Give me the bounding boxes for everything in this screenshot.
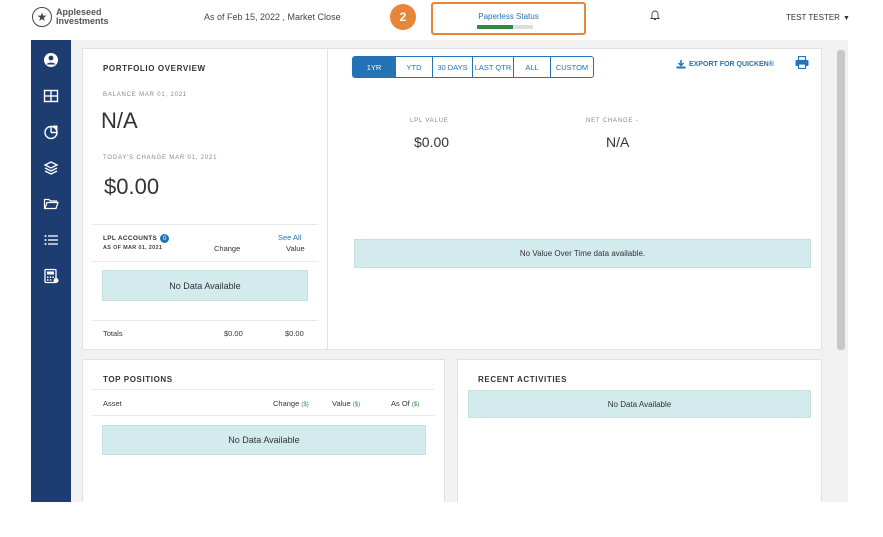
- column-change: Change: [273, 399, 300, 408]
- sidebar: [31, 40, 71, 502]
- paperless-progress-fill: [477, 25, 514, 29]
- logo-star-icon: ★: [32, 7, 52, 27]
- lpl-value: $0.00: [414, 134, 450, 150]
- portfolio-overview-card: [82, 48, 822, 350]
- todays-change-label: TODAY'S CHANGE MAR 01, 2021: [103, 155, 218, 161]
- column-value: Value: [286, 244, 305, 253]
- accounts-asof: AS OF MAR 01, 2021: [103, 245, 163, 251]
- column-value-header: Value ($): [332, 399, 360, 408]
- tab-1yr[interactable]: 1YR: [352, 56, 396, 78]
- export-label: EXPORT FOR QUICKEN®: [689, 61, 774, 68]
- balance-value: N/A: [101, 108, 138, 133]
- column-asof-header: As Of ($): [391, 399, 419, 408]
- divider: [92, 389, 435, 390]
- portfolio-overview-title: PORTFOLIO OVERVIEW: [103, 64, 206, 73]
- paperless-status-widget[interactable]: Paperless Status: [431, 2, 586, 35]
- divider: [92, 261, 318, 262]
- accounts-count-badge: 0: [160, 234, 170, 243]
- value-over-time-no-data: No Value Over Time data available.: [354, 239, 811, 268]
- caret-down-icon: ▼: [842, 15, 850, 22]
- see-all-link[interactable]: See All: [278, 233, 301, 242]
- layers-icon: [43, 161, 59, 175]
- unit-label: ($): [301, 402, 309, 408]
- positions-no-data: No Data Available: [102, 425, 426, 455]
- balance-label: BALANCE MAR 01, 2021: [103, 92, 188, 98]
- user-icon: [44, 53, 58, 67]
- download-icon: [676, 60, 686, 69]
- logo[interactable]: ★ Appleseed Investments: [32, 7, 109, 27]
- print-icon[interactable]: [795, 55, 809, 74]
- column-asof: As Of: [391, 399, 410, 408]
- page-bottom: [0, 502, 883, 537]
- sidebar-item-calculators[interactable]: [31, 258, 71, 294]
- divider: [92, 415, 435, 416]
- folder-icon: [43, 198, 59, 210]
- top-bar: ★ Appleseed Investments As of Feb 15, 20…: [0, 0, 883, 40]
- lpl-value-label: LPL VALUE: [410, 118, 449, 124]
- list-icon: [44, 235, 58, 245]
- dashboard-icon: [43, 89, 59, 103]
- sidebar-item-activity[interactable]: [31, 222, 71, 258]
- scrollbar-thumb[interactable]: [837, 50, 845, 350]
- net-change-value: N/A: [606, 134, 630, 150]
- vertical-scrollbar[interactable]: [835, 40, 848, 502]
- calculator-icon: [44, 268, 59, 284]
- net-change-label: NET CHANGE -: [586, 118, 639, 124]
- todays-change-value: $0.00: [104, 174, 160, 199]
- sidebar-item-profile[interactable]: [31, 42, 71, 78]
- divider: [92, 320, 318, 321]
- totals-label: Totals: [103, 329, 123, 338]
- tab-ytd[interactable]: YTD: [396, 56, 433, 78]
- sidebar-item-dashboard[interactable]: [31, 78, 71, 114]
- column-change-header: Change ($): [273, 399, 309, 408]
- bell-icon[interactable]: [650, 10, 660, 24]
- sidebar-item-holdings[interactable]: [31, 150, 71, 186]
- column-value: Value: [332, 399, 351, 408]
- overview-divider: [327, 49, 328, 349]
- column-change: Change: [214, 244, 241, 253]
- user-menu[interactable]: TEST TESTER ▼: [786, 13, 850, 22]
- tab-all[interactable]: ALL: [514, 56, 551, 78]
- totals-value: $0.00: [285, 329, 304, 338]
- tab-last-qtr[interactable]: LAST QTR: [473, 56, 514, 78]
- step-badge: 2: [390, 4, 416, 30]
- accounts-no-data: No Data Available: [102, 270, 308, 301]
- user-name: TEST TESTER: [786, 13, 840, 22]
- tab-30-days[interactable]: 30 DAYS: [433, 56, 473, 78]
- paperless-status-label[interactable]: Paperless Status: [433, 12, 584, 21]
- time-range-tabs: 1YR YTD 30 DAYS LAST QTR ALL CUSTOM: [352, 56, 594, 78]
- tab-custom[interactable]: CUSTOM: [551, 56, 594, 78]
- sidebar-item-documents[interactable]: [31, 186, 71, 222]
- sidebar-item-allocation[interactable]: [31, 114, 71, 150]
- export-quicken-button[interactable]: EXPORT FOR QUICKEN®: [676, 60, 774, 69]
- unit-label: ($): [411, 402, 420, 408]
- totals-change: $0.00: [224, 329, 243, 338]
- top-positions-title: TOP POSITIONS: [103, 375, 173, 384]
- pie-chart-icon: [44, 125, 58, 140]
- unit-label: ($): [352, 402, 361, 408]
- logo-line2: Investments: [56, 16, 109, 26]
- divider: [92, 224, 318, 225]
- column-asset: Asset: [103, 399, 122, 408]
- paperless-progress-bar: [477, 25, 533, 29]
- lpl-accounts-label: LPL ACCOUNTS: [103, 235, 158, 242]
- market-close-date: As of Feb 15, 2022 , Market Close: [204, 12, 341, 22]
- recent-activities-title: RECENT ACTIVITIES: [478, 375, 568, 384]
- activities-no-data: No Data Available: [468, 390, 811, 418]
